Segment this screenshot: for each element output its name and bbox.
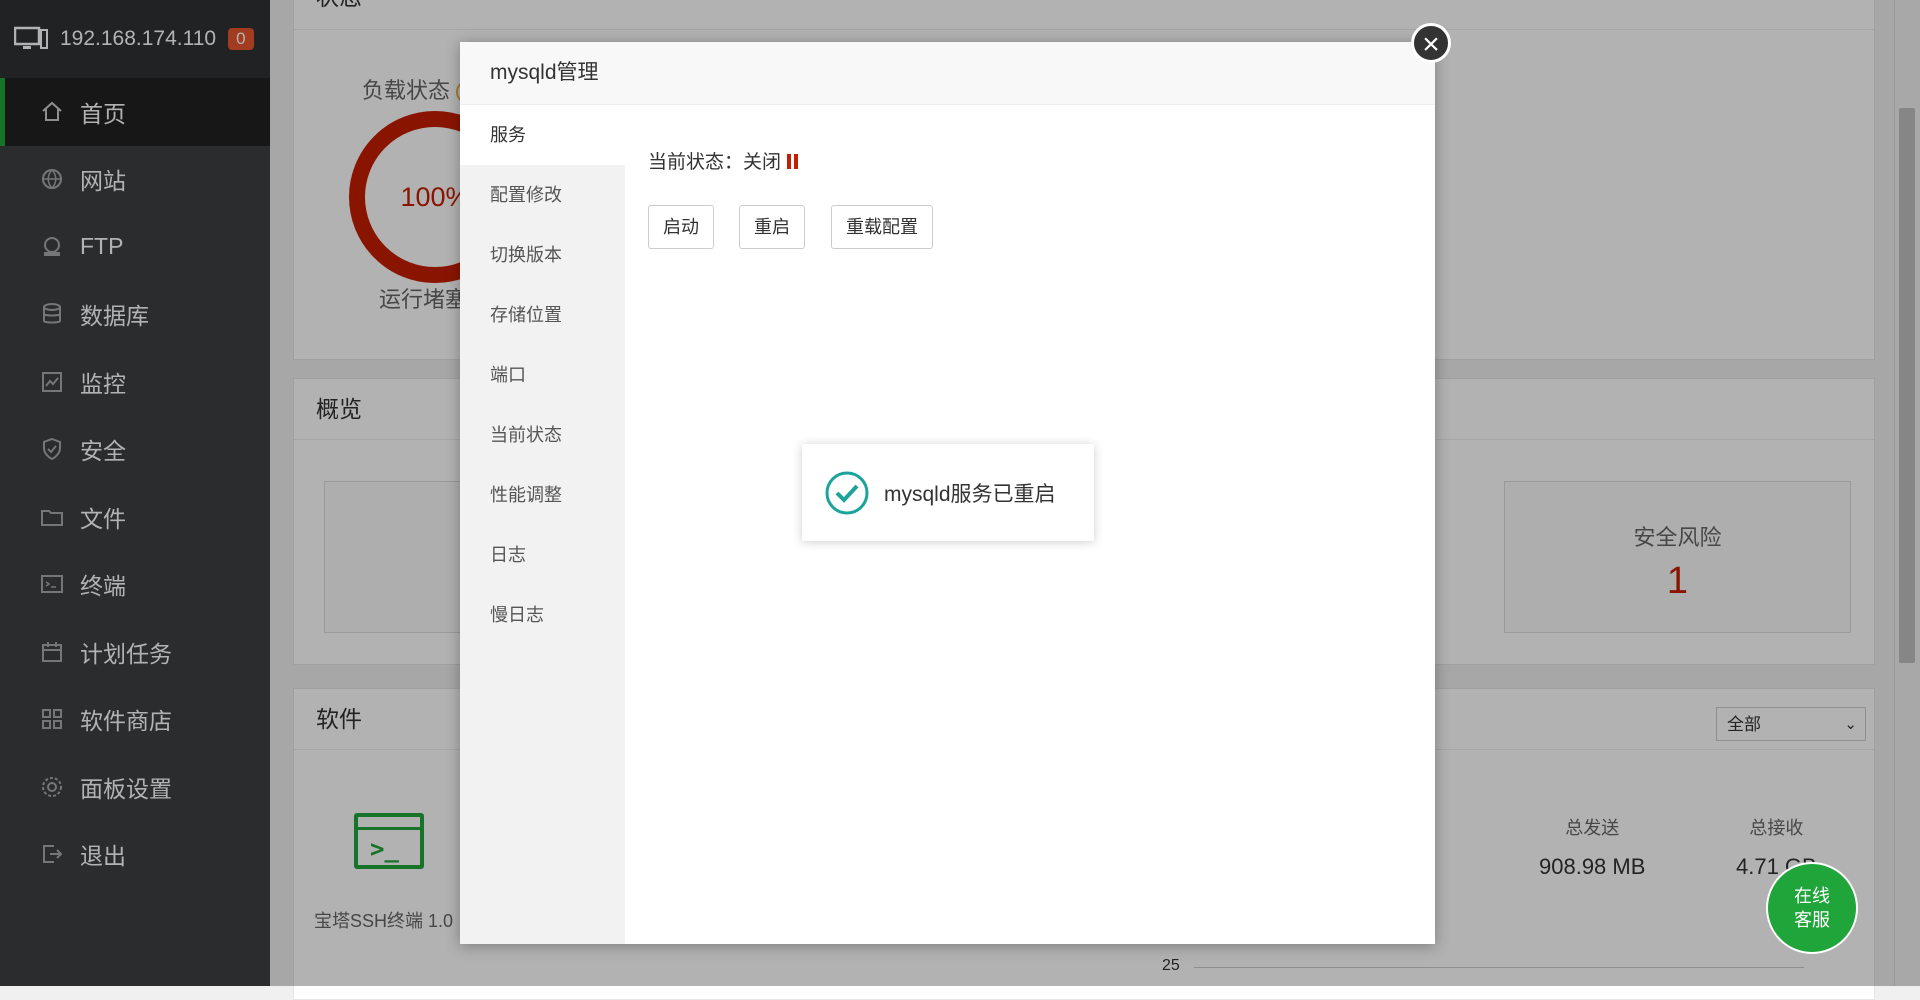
- online-service-button[interactable]: 在线 客服: [1766, 862, 1858, 954]
- pause-icon: [787, 154, 799, 169]
- toast-message: mysqld服务已重启: [802, 444, 1094, 541]
- modal-tab-performance[interactable]: 性能调整: [460, 465, 625, 525]
- modal-tab-service[interactable]: 服务: [460, 105, 625, 165]
- modal-tab-log[interactable]: 日志: [460, 525, 625, 585]
- modal-tab-slow-log[interactable]: 慢日志: [460, 585, 625, 645]
- start-button[interactable]: 启动: [648, 205, 714, 249]
- modal-tab-version[interactable]: 切换版本: [460, 225, 625, 285]
- check-circle-icon: [825, 471, 869, 514]
- modal-nav: 服务 配置修改 切换版本 存储位置 端口 当前状态 性能调整 日志 慢日志: [460, 105, 625, 944]
- modal-title: mysqld管理: [460, 42, 1435, 105]
- modal-tab-storage[interactable]: 存储位置: [460, 285, 625, 345]
- toast-text: mysqld服务已重启: [884, 482, 1056, 506]
- modal-tab-port[interactable]: 端口: [460, 345, 625, 405]
- service-status: 当前状态：关闭: [648, 147, 799, 174]
- modal-tab-current-status[interactable]: 当前状态: [460, 405, 625, 465]
- modal-close-button[interactable]: ×: [1411, 23, 1451, 63]
- service-status-value: 关闭: [743, 152, 782, 173]
- modal-tab-config[interactable]: 配置修改: [460, 165, 625, 225]
- restart-button[interactable]: 重启: [739, 205, 805, 249]
- reload-config-button[interactable]: 重载配置: [831, 205, 933, 249]
